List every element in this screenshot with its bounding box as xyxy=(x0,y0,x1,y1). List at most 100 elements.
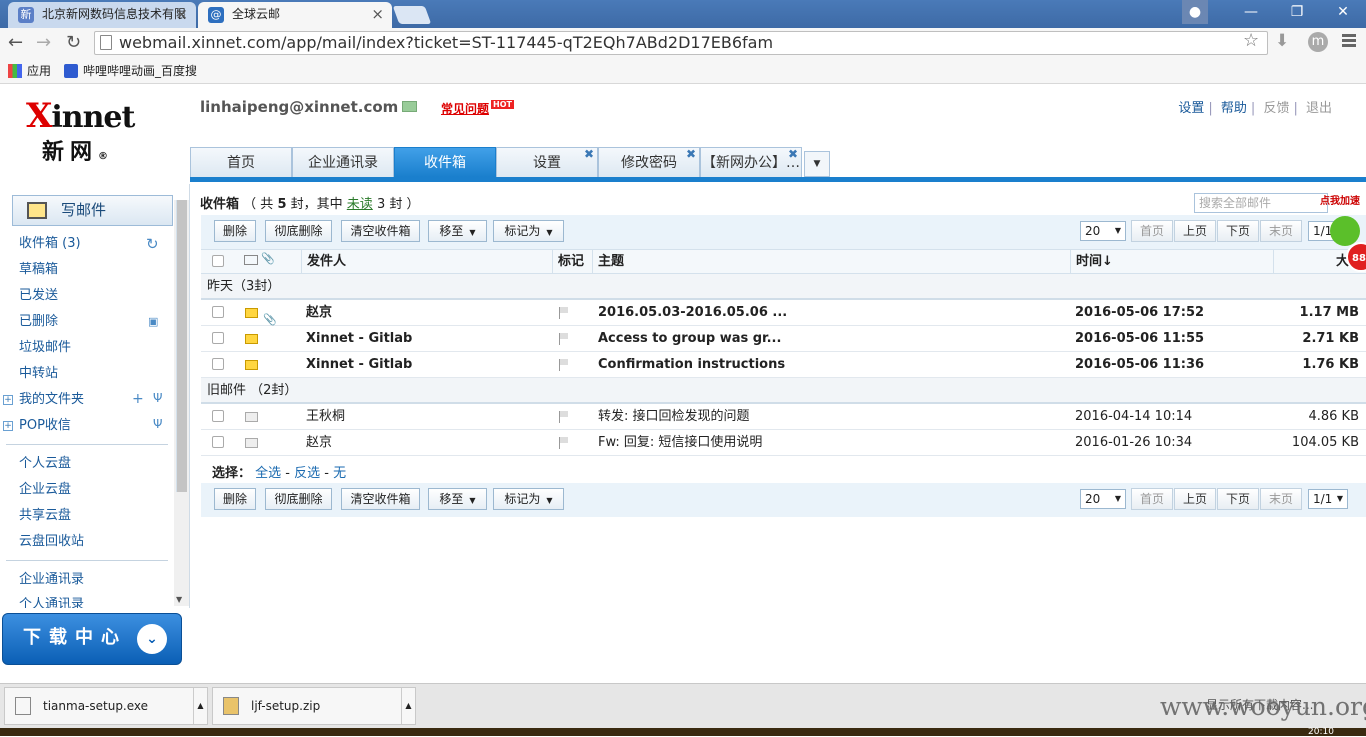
select-invert-link[interactable]: 反选 xyxy=(294,466,320,481)
col-sender[interactable]: 发件人 xyxy=(301,250,346,273)
last-page-button[interactable]: 末页 xyxy=(1260,220,1302,242)
last-page-button[interactable]: 末页 xyxy=(1260,488,1302,510)
next-page-button[interactable]: 下页 xyxy=(1217,488,1259,510)
mail-subject[interactable]: 转发: 接口回检发现的问题 xyxy=(598,404,750,430)
chevron-down-icon[interactable]: ▲ xyxy=(193,688,207,724)
page-size-select[interactable]: 20 ▼ xyxy=(1080,221,1126,241)
select-all-checkbox[interactable] xyxy=(212,255,224,267)
mail-subject[interactable]: 2016.05.03-2016.05.06 ... xyxy=(598,300,787,326)
filter-icon[interactable]: Ψ xyxy=(153,417,162,431)
purge-button[interactable]: 彻底删除 xyxy=(265,488,332,510)
faq-link[interactable]: 常见问题 HOT xyxy=(441,100,514,117)
unread-link[interactable]: 未读 xyxy=(347,197,373,212)
sidebar-item-personal-cloud[interactable]: 个人云盘 xyxy=(19,456,71,472)
delete-button[interactable]: 删除 xyxy=(214,220,256,242)
restore-button[interactable]: ❐ xyxy=(1274,0,1320,24)
flag-icon[interactable] xyxy=(559,333,569,345)
tab-change-password[interactable]: 修改密码 ✖ xyxy=(598,147,700,177)
move-to-dropdown[interactable]: 移至 ▼ xyxy=(428,488,487,510)
mail-subject[interactable]: Confirmation instructions xyxy=(598,352,785,378)
tab-settings[interactable]: 设置 ✖ xyxy=(496,147,598,177)
search-input[interactable]: 搜索全部邮件 xyxy=(1194,193,1328,213)
browser-tab-active[interactable]: @ 全球云邮 × xyxy=(198,2,392,28)
mark-as-dropdown[interactable]: 标记为 ▼ xyxy=(493,488,564,510)
row-checkbox[interactable] xyxy=(212,410,224,422)
col-time[interactable]: 时间↓ xyxy=(1070,250,1113,273)
prev-page-button[interactable]: 上页 xyxy=(1174,220,1216,242)
select-none-link[interactable]: 无 xyxy=(333,466,346,481)
bookmark-apps[interactable]: 应用 xyxy=(8,63,51,79)
mail-subject[interactable]: Fw: 回复: 短信接口使用说明 xyxy=(598,430,762,456)
url-input[interactable]: webmail.xinnet.com/app/mail/index?ticket… xyxy=(94,31,1268,55)
sidebar-item-drafts[interactable]: 草稿箱 xyxy=(19,262,58,278)
empty-inbox-button[interactable]: 清空收件箱 xyxy=(341,488,420,510)
mail-row[interactable]: Xinnet - Gitlab Access to group was gr..… xyxy=(201,326,1366,352)
download-arrow-icon[interactable]: ⬇ xyxy=(1275,31,1289,51)
download-item[interactable]: ljf-setup.zip ▲ xyxy=(212,687,416,725)
col-flag[interactable]: 标记 xyxy=(552,250,584,273)
more-tabs-button[interactable]: ▼ xyxy=(804,151,830,177)
download-center-button[interactable]: 下载中心 ⌄ xyxy=(2,613,182,665)
filter-icon[interactable]: Ψ xyxy=(153,391,162,405)
reload-icon[interactable]: ↻ xyxy=(66,32,81,54)
close-tab-icon[interactable]: ✖ xyxy=(788,139,798,169)
row-checkbox[interactable] xyxy=(212,306,224,318)
mail-row[interactable]: 赵京 Fw: 回复: 短信接口使用说明 2016-01-26 10:34 104… xyxy=(201,430,1366,456)
first-page-button[interactable]: 首页 xyxy=(1131,488,1173,510)
close-tab-icon[interactable]: × xyxy=(371,2,384,26)
speedup-widget[interactable]: 点我加速 88 xyxy=(1320,190,1366,280)
delete-button[interactable]: 删除 xyxy=(214,488,256,510)
col-subject[interactable]: 主题 xyxy=(592,250,624,273)
close-tab-icon[interactable]: × xyxy=(175,2,188,26)
browser-tab[interactable]: 新 北京新网数码信息技术有限 × xyxy=(8,2,196,28)
sidebar-item-spam[interactable]: 垃圾邮件 xyxy=(19,340,71,356)
tab-home[interactable]: 首页 xyxy=(190,147,292,177)
sidebar-item-deleted[interactable]: 已删除 xyxy=(19,314,58,330)
close-window-button[interactable]: ✕ xyxy=(1320,0,1366,24)
tab-inbox[interactable]: 收件箱 xyxy=(394,147,496,177)
sidebar-item-shared-cloud[interactable]: 共享云盘 xyxy=(19,508,71,524)
flag-icon[interactable] xyxy=(559,359,569,371)
row-checkbox[interactable] xyxy=(212,436,224,448)
scrollbar-thumb[interactable] xyxy=(176,200,187,492)
add-folder-icon[interactable]: + xyxy=(132,391,144,407)
first-page-button[interactable]: 首页 xyxy=(1131,220,1173,242)
move-to-dropdown[interactable]: 移至 ▼ xyxy=(428,220,487,242)
scroll-down-icon[interactable]: ▼ xyxy=(176,595,182,604)
settings-link[interactable]: 设置 xyxy=(1178,101,1204,116)
mark-as-dropdown[interactable]: 标记为 ▼ xyxy=(493,220,564,242)
prev-page-button[interactable]: 上页 xyxy=(1174,488,1216,510)
minimize-button[interactable]: — xyxy=(1228,0,1274,24)
row-checkbox[interactable] xyxy=(212,332,224,344)
expand-icon[interactable]: + xyxy=(3,421,13,431)
sidebar-scrollbar[interactable]: ▼ xyxy=(174,200,189,606)
tab-xinnet-office[interactable]: 【新网办公】… ✖ xyxy=(700,147,802,177)
help-link[interactable]: 帮助 xyxy=(1221,101,1247,116)
close-tab-icon[interactable]: ✖ xyxy=(686,139,696,169)
page-select[interactable]: 1/1▼ xyxy=(1308,489,1348,509)
logout-link[interactable]: 退出 xyxy=(1306,101,1332,116)
sidebar-item-sent[interactable]: 已发送 xyxy=(19,288,58,304)
mail-subject[interactable]: Access to group was gr... xyxy=(598,326,781,352)
sidebar-item-transfer[interactable]: 中转站 xyxy=(19,366,58,382)
sidebar-item-pop[interactable]: POP收信 xyxy=(19,418,71,434)
menu-icon[interactable] xyxy=(1342,34,1356,49)
select-all-link[interactable]: 全选 xyxy=(255,466,281,481)
sidebar-item-my-folders[interactable]: 我的文件夹 xyxy=(19,392,84,408)
back-icon[interactable]: ← xyxy=(8,32,23,54)
bookmark-star-icon[interactable]: ☆ xyxy=(1243,30,1259,51)
flag-icon[interactable] xyxy=(559,411,569,423)
expand-icon[interactable]: + xyxy=(3,395,13,405)
compose-button[interactable]: 写邮件 xyxy=(12,195,173,226)
page-size-select[interactable]: 20 ▼ xyxy=(1080,489,1126,509)
sidebar-item-personal-contacts[interactable]: 个人通讯录 xyxy=(19,597,84,608)
sidebar-item-inbox[interactable]: 收件箱 (3) xyxy=(19,236,81,252)
bookmark-bilibili[interactable]: 哔哩哔哩动画_百度搜 xyxy=(64,63,197,79)
close-tab-icon[interactable]: ✖ xyxy=(584,139,594,169)
tab-corp-contacts[interactable]: 企业通讯录 xyxy=(292,147,394,177)
forward-icon[interactable]: → xyxy=(36,32,51,54)
flag-icon[interactable] xyxy=(559,307,569,319)
next-page-button[interactable]: 下页 xyxy=(1217,220,1259,242)
empty-inbox-button[interactable]: 清空收件箱 xyxy=(341,220,420,242)
row-checkbox[interactable] xyxy=(212,358,224,370)
